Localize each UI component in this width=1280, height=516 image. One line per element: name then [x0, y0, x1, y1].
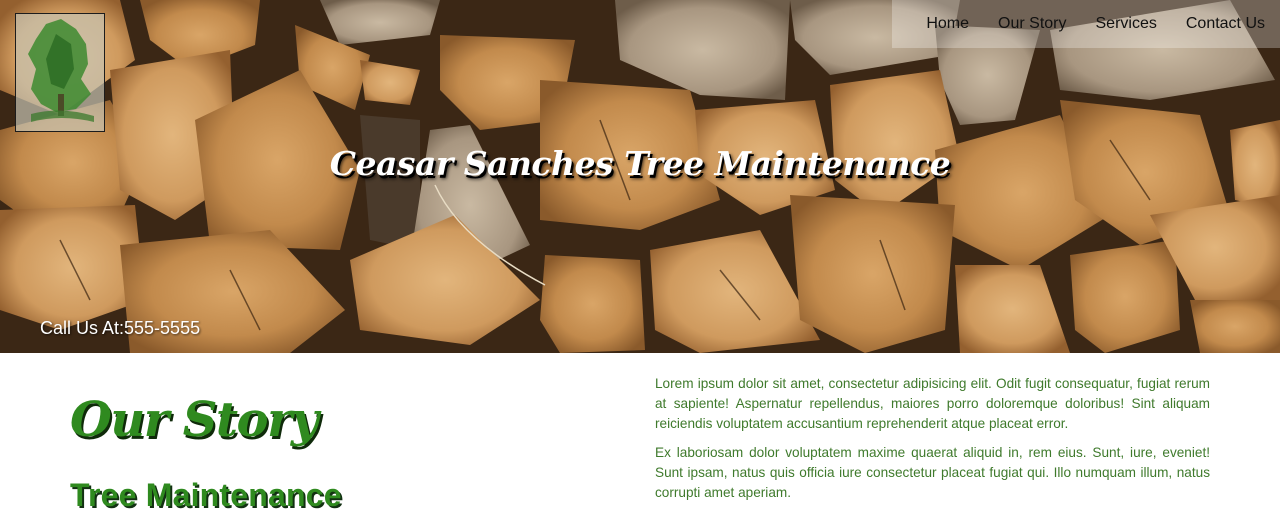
- hero-title: Ceasar Sanches Tree Maintenance: [329, 144, 951, 183]
- story-paragraph: Lorem ipsum dolor sit amet, consectetur …: [655, 376, 1210, 431]
- call-us-phone[interactable]: Call Us At:555-5555: [40, 318, 200, 339]
- story-text: Lorem ipsum dolor sit amet, consectetur …: [655, 374, 1210, 512]
- main-nav: Home Our Story Services Contact Us: [892, 0, 1280, 48]
- story-paragraph: Ex laboriosam dolor voluptatem maxime qu…: [655, 445, 1210, 500]
- our-story-heading: Our Story: [70, 392, 319, 448]
- nav-services[interactable]: Services: [1096, 15, 1157, 33]
- company-logo[interactable]: [15, 13, 105, 132]
- nav-contact-us[interactable]: Contact Us: [1186, 15, 1265, 33]
- tree-logo-icon: [16, 14, 104, 131]
- hero-banner: Home Our Story Services Contact Us Ceasa…: [0, 0, 1280, 353]
- tree-maintenance-subheading: Tree Maintenance: [70, 477, 342, 513]
- nav-our-story[interactable]: Our Story: [998, 15, 1066, 33]
- nav-home[interactable]: Home: [926, 15, 969, 33]
